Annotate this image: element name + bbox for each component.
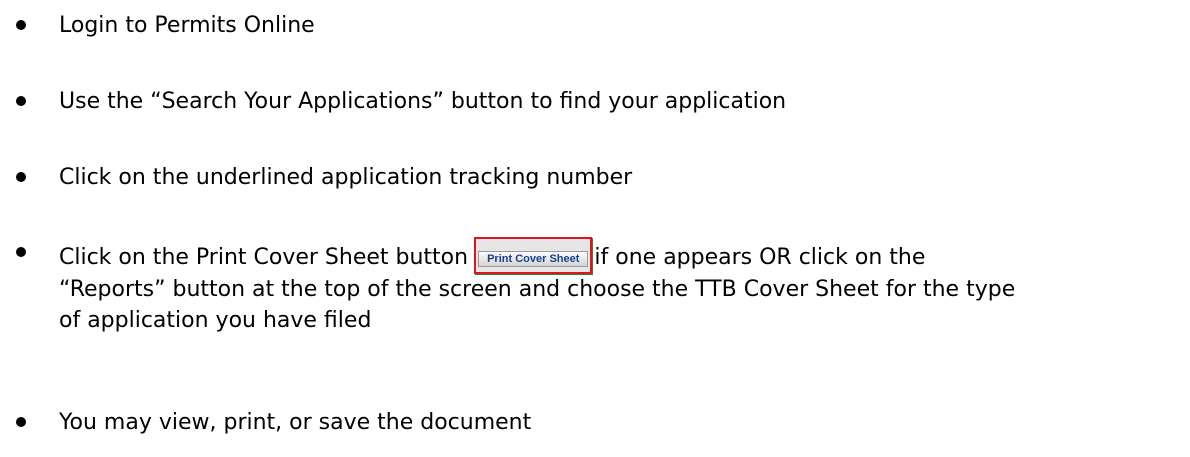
step-text-multiline: Click on the Print Cover Sheet button Pri…: [59, 237, 1129, 336]
step-text: Login to Permits Online: [59, 13, 315, 38]
step-text-before-button: Click on the Print Cover Sheet button: [59, 245, 469, 270]
step-text: Click on the underlined application trac…: [59, 165, 633, 190]
print-cover-sheet-button[interactable]: Print Cover Sheet: [474, 237, 593, 274]
bullet-icon: [16, 417, 26, 427]
bullet-icon: [16, 96, 26, 106]
step-text-line-2: “Reports” button at the top of the scree…: [59, 277, 1016, 302]
bullet-icon: [16, 20, 26, 30]
step-text: Use the “Search Your Applications” butto…: [59, 89, 787, 114]
bullet-icon: [16, 172, 26, 182]
bullet-icon: [16, 247, 26, 257]
step-text-line-3: of application you have filed: [59, 308, 372, 333]
print-cover-sheet-button-label: Print Cover Sheet: [478, 251, 589, 267]
step-text-after-button: if one appears OR click on the: [594, 245, 926, 270]
step-text: You may view, print, or save the documen…: [59, 410, 532, 435]
instruction-document: Login to Permits Online Use the “Search …: [0, 0, 1190, 457]
